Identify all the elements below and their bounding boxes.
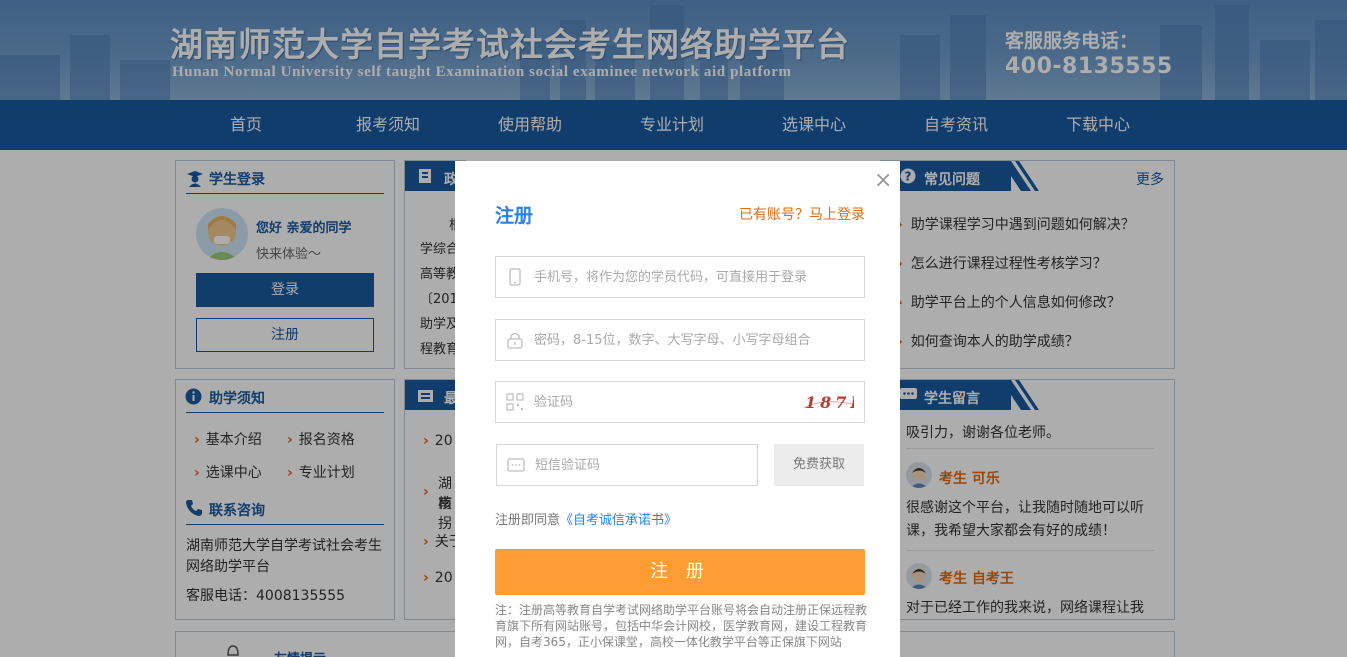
agreement-prefix: 注册即同意	[495, 513, 561, 528]
sms-code-field	[496, 444, 758, 486]
register-submit-button[interactable]: 注 册	[495, 549, 865, 595]
phone-input[interactable]	[534, 257, 824, 297]
captcha-image[interactable]: 187F	[802, 390, 854, 414]
sms-code-input[interactable]	[535, 445, 745, 485]
get-sms-code-button[interactable]: 免费获取	[774, 444, 864, 486]
register-modal: × 注册 已有账号？马上登录 187F 免费获取 注册即同意《自考	[455, 161, 900, 657]
captcha-field: 187F	[495, 381, 865, 423]
mobile-phone-icon	[509, 268, 521, 286]
message-icon	[507, 458, 525, 472]
agreement-link[interactable]: 《自考诚信承诺书》	[560, 513, 677, 528]
register-note: 注：注册高等教育自学考试网络助学平台账号将会自动注册正保远程教育旗下所有网站账号…	[495, 603, 868, 649]
password-field	[495, 319, 865, 361]
modal-title: 注册	[495, 205, 534, 227]
svg-text:187F: 187F	[805, 393, 854, 412]
phone-field	[495, 256, 865, 298]
qr-code-icon	[506, 393, 524, 411]
close-icon[interactable]: ×	[874, 167, 892, 195]
agreement-text: 注册即同意《自考诚信承诺书》	[495, 509, 677, 528]
lock-icon	[507, 332, 523, 349]
login-link[interactable]: 已有账号？马上登录	[739, 204, 865, 224]
password-input[interactable]	[534, 320, 824, 360]
captcha-input[interactable]	[534, 382, 754, 422]
